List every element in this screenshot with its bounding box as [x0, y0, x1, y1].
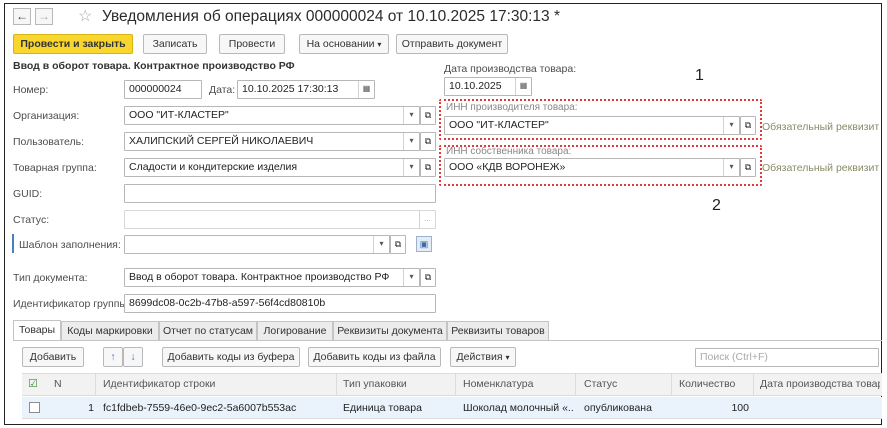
search-input[interactable]: Поиск (Ctrl+F) [695, 348, 879, 367]
tab-logging[interactable]: Логирование [257, 321, 333, 341]
tab-goods-details[interactable]: Реквизиты товаров [447, 321, 549, 341]
open-form-icon[interactable]: ⧉ [390, 235, 406, 254]
row-checkbox[interactable] [29, 402, 40, 413]
row-date-cell [760, 398, 878, 418]
group-label: Товарная группа: [13, 162, 97, 174]
back-button[interactable]: ← [13, 8, 31, 25]
chevron-down-icon: ▾ [377, 40, 382, 49]
open-form-icon[interactable]: ⧉ [420, 132, 436, 151]
column-header-quantity[interactable]: Количество [679, 373, 735, 395]
column-header-n[interactable]: N [54, 373, 62, 395]
marker-1: 1 [695, 67, 704, 84]
add-from-buffer-button[interactable]: Добавить коды из буфера [162, 347, 300, 367]
add-from-file-button[interactable]: Добавить коды из файла [308, 347, 441, 367]
tab-marking-codes[interactable]: Коды маркировки [61, 321, 159, 341]
inn-maker-label: ИНН производителя товара: [446, 102, 578, 113]
doctype-field[interactable]: Ввод в оборот товара. Контрактное произв… [124, 268, 420, 287]
marker-2: 2 [712, 197, 721, 214]
date-label: Дата: [209, 84, 236, 96]
arrow-down-icon[interactable]: ↓ [123, 347, 143, 367]
star-icon[interactable]: ☆ [78, 6, 92, 26]
groupid-label: Идентификатор группы: [13, 298, 130, 310]
open-form-icon[interactable]: ⧉ [420, 158, 436, 177]
chevron-down-icon[interactable]: ▾ [403, 107, 419, 124]
row-status-cell: опубликована [584, 402, 652, 414]
more-icon: ... [419, 211, 435, 228]
chevron-down-icon[interactable]: ▾ [403, 269, 419, 286]
open-form-icon[interactable]: ⧉ [420, 268, 436, 287]
number-label: Номер: [13, 84, 49, 96]
user-field[interactable]: ХАЛИПСКИЙ СЕРГЕЙ НИКОЛАЕВИЧ ▾ [124, 132, 420, 151]
inn-owner-label: ИНН собственника товара: [446, 146, 572, 157]
calendar-icon[interactable]: ▦ [515, 78, 531, 95]
column-divider [336, 374, 337, 396]
column-divider [671, 374, 672, 396]
tab-divider [13, 340, 882, 341]
row-id-cell: fc1fdbeb-7559-46e0-9ec2-5a6007b553ac [103, 402, 297, 414]
guid-label: GUID: [13, 188, 43, 200]
chevron-down-icon[interactable]: ▾ [403, 159, 419, 176]
chevron-down-icon[interactable]: ▾ [723, 117, 739, 134]
inn-owner-field[interactable]: ООО «КДВ ВОРОНЕЖ» ▾ [444, 158, 740, 177]
template-marker [12, 234, 14, 253]
column-header-row-id[interactable]: Идентификатор строки [103, 373, 215, 395]
prod-date-label: Дата производства товара: [444, 63, 577, 75]
actions-button[interactable]: Действия ▾ [450, 347, 516, 367]
chevron-down-icon[interactable]: ▾ [403, 133, 419, 150]
post-close-button[interactable]: Провести и закрыть [13, 34, 133, 54]
send-document-button[interactable]: Отправить документ [396, 34, 508, 54]
open-form-icon[interactable]: ⧉ [740, 116, 756, 135]
template-field[interactable]: ▾ [124, 235, 390, 254]
open-form-icon[interactable]: ⧉ [420, 106, 436, 125]
org-field[interactable]: ООО "ИТ-КЛАСТЕР" ▾ [124, 106, 420, 125]
checkbox-icon[interactable]: ☑ [28, 373, 38, 395]
date-field[interactable]: 10.10.2025 17:30:13 ▦ [237, 80, 375, 99]
floppy-icon[interactable]: ▣ [416, 236, 432, 252]
required-hint-maker: Обязательный реквизит [762, 121, 880, 133]
column-divider [455, 374, 456, 396]
forward-button[interactable]: → [35, 8, 53, 25]
status-label: Статус: [13, 214, 50, 226]
column-header-status[interactable]: Статус [584, 373, 617, 395]
tab-document-details[interactable]: Реквизиты документа [333, 321, 447, 341]
required-hint-owner: Обязательный реквизит [762, 162, 880, 174]
chevron-down-icon: ▾ [505, 353, 510, 362]
column-divider [753, 374, 754, 396]
column-divider [575, 374, 576, 396]
chevron-down-icon[interactable]: ▾ [373, 236, 389, 253]
prod-date-field[interactable]: 10.10.2025 ▦ [444, 77, 532, 96]
form-heading: Ввод в оборот товара. Контрактное произв… [13, 60, 295, 72]
template-label: Шаблон заполнения: [19, 239, 121, 251]
row-item-cell: Шоколад молочный «... [463, 402, 573, 414]
product-group-field[interactable]: Сладости и кондитерские изделия ▾ [124, 158, 420, 177]
arrow-right-icon: → [38, 9, 50, 23]
row-number: 1 [88, 402, 94, 414]
tab-status-report[interactable]: Отчет по статусам [159, 321, 257, 341]
open-form-icon[interactable]: ⧉ [740, 158, 756, 177]
tab-goods[interactable]: Товары [13, 320, 61, 341]
arrow-up-icon[interactable]: ↑ [103, 347, 123, 367]
row-quantity-cell: 100 [731, 402, 749, 414]
window-title: Уведомления об операциях 000000024 от 10… [102, 8, 561, 25]
column-header-pack-type[interactable]: Тип упаковки [343, 373, 407, 395]
number-field[interactable]: 000000024 [124, 80, 202, 99]
chevron-down-icon[interactable]: ▾ [723, 159, 739, 176]
status-field: ... [124, 210, 436, 229]
column-header-prod-date[interactable]: Дата производства товара [760, 373, 880, 395]
save-button[interactable]: Записать [143, 34, 207, 54]
row-pack-cell: Единица товара [343, 402, 422, 414]
groupid-field[interactable]: 8699dc08-0c2b-47b8-a597-56f4cd80810b [124, 294, 436, 313]
user-label: Пользователь: [13, 136, 85, 148]
calendar-icon[interactable]: ▦ [358, 81, 374, 98]
org-label: Организация: [13, 110, 80, 122]
inn-maker-field[interactable]: ООО "ИТ-КЛАСТЕР" ▾ [444, 116, 740, 135]
column-header-item[interactable]: Номенклатура [463, 373, 533, 395]
column-divider [95, 374, 96, 396]
arrow-left-icon: ← [16, 9, 28, 23]
post-button[interactable]: Провести [219, 34, 285, 54]
add-button[interactable]: Добавить [22, 347, 84, 367]
based-on-button[interactable]: На основании ▾ [299, 34, 389, 54]
guid-field[interactable] [124, 184, 436, 203]
doctype-label: Тип документа: [13, 272, 88, 284]
